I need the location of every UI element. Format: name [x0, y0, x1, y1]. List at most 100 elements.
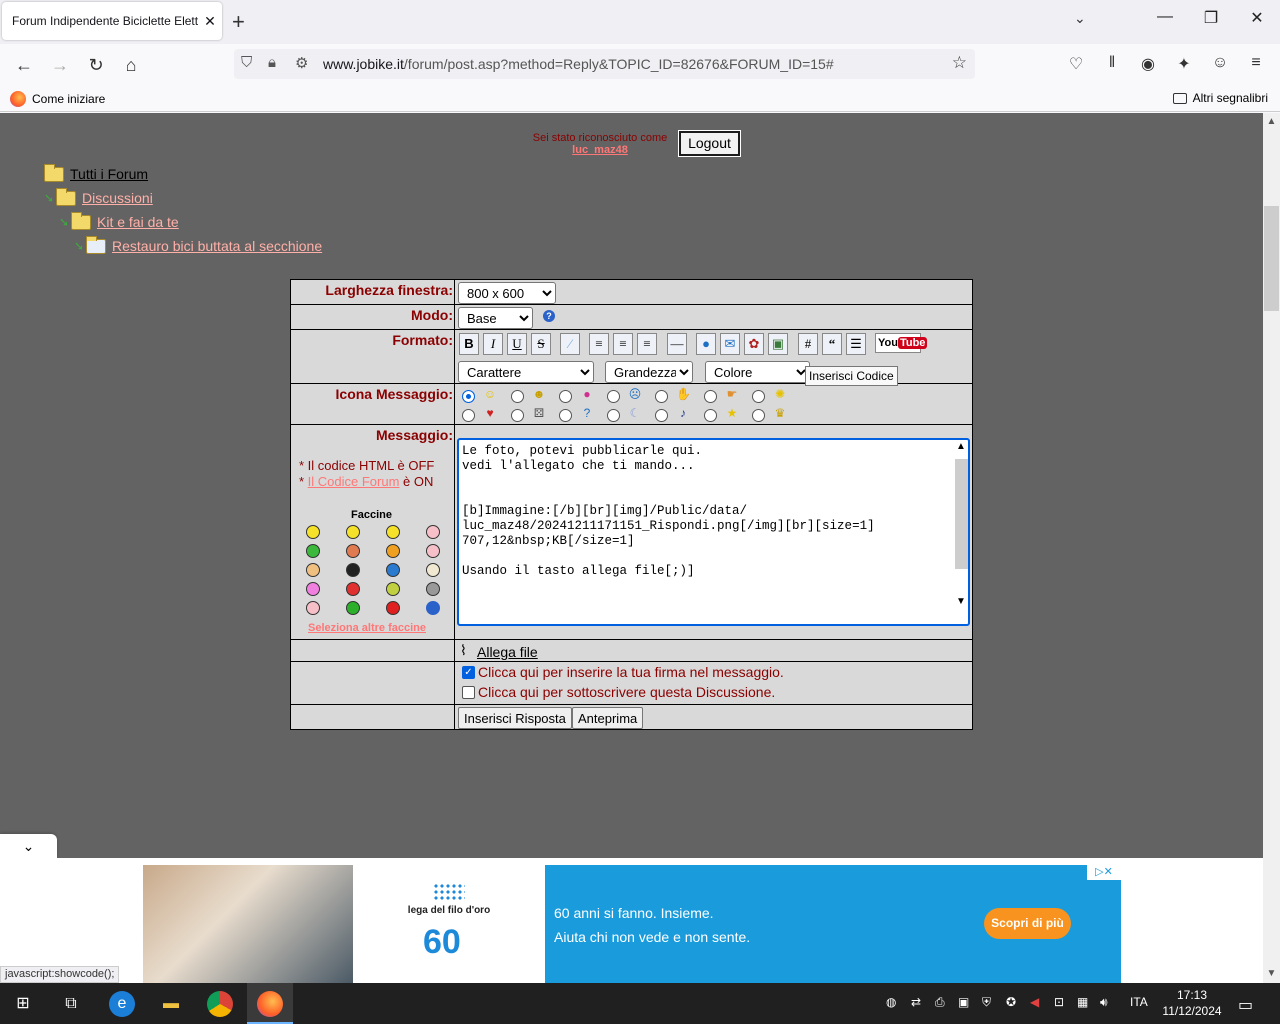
addon-icon[interactable]: ☺ [1210, 54, 1230, 72]
permissions-icon[interactable]: ⚙ [295, 54, 308, 72]
windows-start-icon[interactable]: ⊞ [10, 991, 36, 1017]
smiley-dead-icon[interactable] [386, 544, 400, 558]
breadcrumb-discussioni[interactable]: ➘ Discussioni [44, 187, 153, 206]
icon-radio[interactable] [752, 390, 765, 403]
volume-icon[interactable]: 🔊︎ [1100, 995, 1108, 1010]
firefox-taskbar-icon[interactable] [257, 991, 283, 1017]
smiley-big-icon[interactable] [346, 525, 360, 539]
email-icon[interactable]: ✉ [720, 333, 740, 355]
icon-radio[interactable] [462, 390, 475, 403]
url-bar[interactable]: ⛉ 🔒︎ ⚙ www.jobike.it/forum/post.asp?meth… [234, 49, 975, 79]
ad-message[interactable]: 60 anni si fanno. Insieme. Aiuta chi non… [545, 865, 1121, 983]
tray-shield-icon[interactable]: ⛨ [982, 995, 991, 1010]
icon-radio[interactable] [559, 390, 572, 403]
restore-icon[interactable]: ❐ [1191, 8, 1231, 28]
icon-radio[interactable] [462, 409, 475, 422]
window-width-select[interactable]: 800 x 600 [458, 282, 556, 304]
attach-file-link[interactable]: Allega file [477, 644, 538, 660]
quote-icon[interactable]: “ [822, 333, 842, 355]
forward-icon[interactable]: → [46, 52, 74, 78]
size-select[interactable]: Grandezza [605, 361, 693, 383]
insert-code-icon[interactable]: # [798, 333, 818, 355]
ad-logo[interactable]: lega del filo d'oro 60 [353, 865, 545, 983]
edge-icon[interactable]: e [109, 991, 135, 1017]
strikethrough-icon[interactable]: S [531, 333, 551, 355]
more-smileys-link[interactable]: Seleziona altre faccine [308, 622, 426, 634]
breadcrumb-link[interactable]: Restauro bici buttata al secchione [112, 238, 322, 254]
preview-button[interactable]: Anteprima [572, 707, 644, 729]
tab-list-icon[interactable]: ⌄ [1074, 10, 1086, 27]
breadcrumb-link[interactable]: Kit e fai da te [97, 214, 179, 230]
notifications-icon[interactable]: ▭ [1238, 995, 1253, 1015]
smiley-shy-icon[interactable] [306, 544, 320, 558]
logout-button[interactable]: Logout [678, 130, 741, 157]
italic-icon[interactable]: I [483, 333, 503, 355]
submit-reply-button[interactable]: Inserisci Risposta [458, 707, 572, 729]
align-right-icon[interactable]: ≡ [637, 333, 657, 355]
tray-device-icon[interactable]: ⎙ [935, 995, 945, 1010]
user-link[interactable]: luc_maz48 [572, 144, 628, 156]
menu-icon[interactable]: ≡ [1246, 54, 1266, 72]
pocket-icon[interactable]: ♡ [1066, 54, 1086, 74]
smiley-disapprove-icon[interactable] [426, 582, 440, 596]
icon-radio[interactable] [607, 390, 620, 403]
icon-radio[interactable] [704, 390, 717, 403]
smiley-evil-icon[interactable] [346, 582, 360, 596]
ad-close-icon[interactable]: ▷✕ [1087, 865, 1121, 880]
forum-code-link[interactable]: Il Codice Forum [308, 474, 400, 489]
bookmark-come-iniziare[interactable]: Come iniziare [10, 91, 105, 107]
subscribe-checkbox[interactable] [462, 686, 475, 699]
ad-banner[interactable]: lega del filo d'oro 60 60 anni si fanno.… [0, 858, 1263, 983]
tray-app-icon[interactable]: ▣ [958, 995, 969, 1009]
tray-globe-icon[interactable]: ◍ [886, 995, 896, 1009]
smiley-sad-icon[interactable] [386, 563, 400, 577]
bookmark-other[interactable]: Altri segnalibri [1172, 91, 1268, 105]
ad-photo[interactable] [143, 865, 353, 983]
back-icon[interactable]: ← [10, 52, 38, 78]
underline-icon[interactable]: U [507, 333, 527, 355]
scroll-down-icon[interactable]: ▼ [1263, 968, 1280, 979]
align-center-icon[interactable]: ≡ [613, 333, 633, 355]
list-icon[interactable]: ☰ [846, 333, 866, 355]
icon-radio[interactable] [752, 409, 765, 422]
smiley-eightball-icon[interactable] [346, 563, 360, 577]
mode-select[interactable]: Base [458, 307, 533, 329]
reload-icon[interactable]: ↻ [82, 52, 110, 78]
icon-radio[interactable] [511, 390, 524, 403]
breadcrumb-link[interactable]: Tutti i Forum [70, 166, 148, 182]
align-left-icon[interactable]: ≡ [589, 333, 609, 355]
tray-network-icon[interactable]: ⊡ [1054, 995, 1064, 1009]
home-icon[interactable]: ⌂ [117, 52, 145, 78]
help-icon[interactable]: ? [543, 310, 555, 322]
youtube-icon[interactable]: You Tube [875, 333, 928, 353]
tray-antivirus-icon[interactable]: ✪ [1006, 995, 1016, 1009]
breadcrumb-link[interactable]: Discussioni [82, 190, 153, 206]
insert-image-icon[interactable]: ▣ [768, 333, 788, 355]
smiley-angry-icon[interactable] [346, 544, 360, 558]
smiley-wink-icon[interactable] [306, 601, 320, 615]
icon-radio[interactable] [559, 409, 572, 422]
icon-radio[interactable] [655, 390, 668, 403]
smiley-approve-icon[interactable] [346, 601, 360, 615]
tab-active[interactable]: Forum Indipendente Biciclette Elett ✕ [2, 2, 222, 40]
smiley-cool-icon[interactable] [386, 525, 400, 539]
color-select[interactable]: Colore [705, 361, 810, 383]
ad-cta-button[interactable]: Scopri di più [984, 908, 1071, 939]
scroll-down-icon[interactable]: ▼ [956, 596, 966, 607]
tray-alert-icon[interactable]: ◀ [1030, 995, 1039, 1009]
smiley-tongue-icon[interactable] [306, 563, 320, 577]
breadcrumb-all-forums[interactable]: Tutti i Forum [44, 163, 148, 182]
task-view-icon[interactable]: ⧉ [58, 991, 84, 1017]
textarea-scroll-thumb[interactable] [955, 459, 968, 569]
bold-icon[interactable]: B [459, 333, 479, 355]
ad-collapse-button[interactable]: ⌄ [0, 834, 57, 858]
smiley-icon[interactable] [306, 525, 320, 539]
font-select[interactable]: Carattere [458, 361, 594, 383]
link-globe-icon[interactable]: ● [696, 333, 716, 355]
lock-icon[interactable]: 🔒︎ [268, 54, 276, 71]
breadcrumb-topic[interactable]: ➘ Restauro bici buttata al secchione [74, 235, 322, 254]
minimize-icon[interactable]: — [1145, 8, 1185, 26]
clock[interactable]: 17:13 11/12/2024 [1160, 987, 1224, 1019]
icon-radio[interactable] [607, 409, 620, 422]
extensions-icon[interactable]: ✦ [1174, 54, 1194, 74]
